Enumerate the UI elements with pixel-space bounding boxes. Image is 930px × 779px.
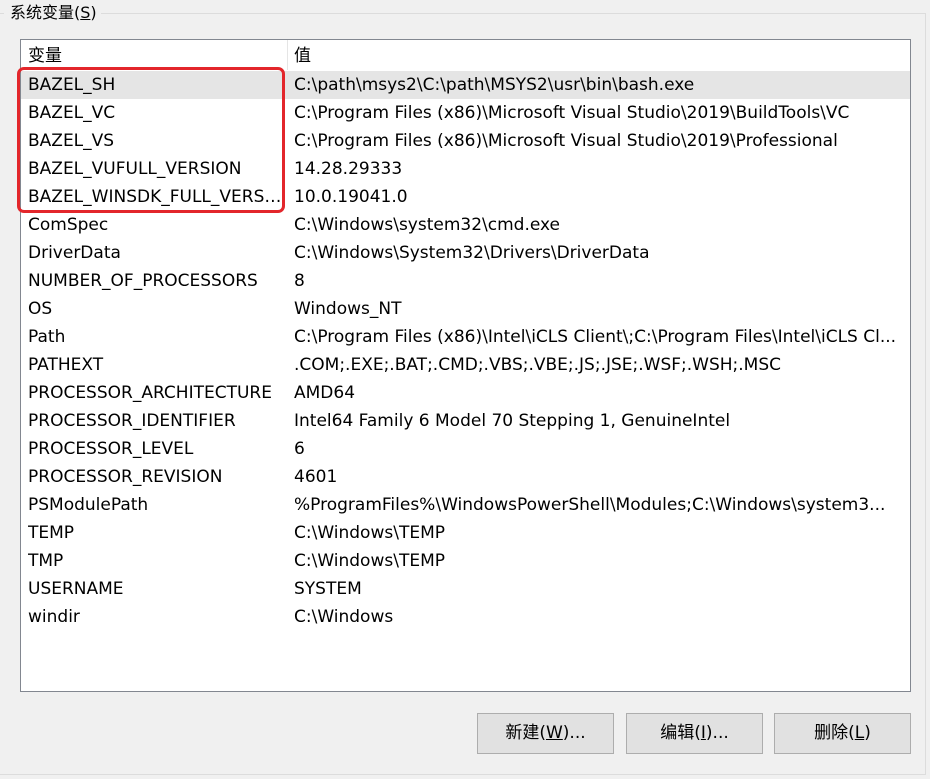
edit-button[interactable]: 编辑(I)... [626,713,763,754]
variable-value: Intel64 Family 6 Model 70 Stepping 1, Ge… [294,411,731,431]
variable-name: NUMBER_OF_PROCESSORS [28,271,258,291]
table-row[interactable]: OS Windows_NT [21,295,910,323]
table-row[interactable]: NUMBER_OF_PROCESSORS 8 [21,267,910,295]
variable-name: Path [28,327,66,347]
table-row[interactable]: BAZEL_VS C:\Program Files (x86)\Microsoft… [21,127,910,155]
variable-value: C:\Program Files (x86)\Microsoft Visual … [294,131,838,151]
variable-value: C:\Windows\system32\cmd.exe [294,215,561,235]
table-row[interactable]: DriverData C:\Windows\System32\Drivers\Dr… [21,239,910,267]
table-row[interactable]: PSModulePath %ProgramFiles%\WindowsPowerS… [21,491,910,519]
system-variables-title: 系统变量(S) [4,1,101,25]
variable-name: BAZEL_SH [28,75,116,95]
variable-value: C:\Program Files (x86)\Intel\iCLS Client… [294,327,897,347]
variable-value: C:\Windows\TEMP [294,523,445,543]
variable-value: 8 [294,271,305,291]
table-row[interactable]: windir C:\Windows [21,603,910,631]
variable-name: ComSpec [28,215,109,235]
variable-name: OS [28,299,53,319]
variable-name: PROCESSOR_ARCHITECTURE [28,383,272,403]
variable-value: C:\Windows\System32\Drivers\DriverData [294,243,650,263]
table-row[interactable]: PROCESSOR_ARCHITECTURE AMD64 [21,379,910,407]
column-header-variable[interactable]: 变量 [21,40,288,70]
variable-value: C:\Program Files (x86)\Microsoft Visual … [294,103,850,123]
variable-name: PROCESSOR_REVISION [28,467,223,487]
table-row[interactable]: BAZEL_SH C:\path\msys2\C:\path\MSYS2\usr\… [21,71,910,99]
system-variables-list[interactable]: 变量 值 BAZEL_SH C:\path\msys2\C:\path\MSYS2… [20,39,911,692]
variable-name: TMP [28,551,64,571]
table-row[interactable]: PROCESSOR_IDENTIFIER Intel64 Family 6 Mod… [21,407,910,435]
variable-value: C:\Windows [294,607,394,627]
table-row[interactable]: PATHEXT .COM;.EXE;.BAT;.CMD;.VBS;.VBE;.JS… [21,351,910,379]
variable-name: USERNAME [28,579,124,599]
variable-name: TEMP [28,523,75,543]
variable-name: BAZEL_WINSDK_FULL_VERSI... [28,187,285,207]
variable-value: 10.0.19041.0 [294,187,408,207]
table-row[interactable]: TMP C:\Windows\TEMP [21,547,910,575]
table-row[interactable]: PROCESSOR_LEVEL 6 [21,435,910,463]
variable-value: 6 [294,439,305,459]
variable-value: 4601 [294,467,338,487]
variable-value: .COM;.EXE;.BAT;.CMD;.VBS;.VBE;.JS;.JSE;.… [294,355,782,375]
variable-value: C:\Windows\TEMP [294,551,445,571]
table-row[interactable]: BAZEL_VC C:\Program Files (x86)\Microsoft… [21,99,910,127]
variable-value: Windows_NT [294,299,402,319]
table-row[interactable]: Path C:\Program Files (x86)\Intel\iCLS Cl… [21,323,910,351]
table-row[interactable]: TEMP C:\Windows\TEMP [21,519,910,547]
variable-name: PROCESSOR_LEVEL [28,439,194,459]
variable-value: SYSTEM [294,579,362,599]
delete-button[interactable]: 删除(L) [774,713,911,754]
new-button[interactable]: 新建(W)... [477,713,614,754]
list-header: 变量 值 [21,40,910,70]
variable-value: C:\path\msys2\C:\path\MSYS2\usr\bin\bash… [294,75,695,95]
list-rows: BAZEL_SH C:\path\msys2\C:\path\MSYS2\usr\… [21,71,910,631]
variable-value: %ProgramFiles%\WindowsPowerShell\Modules… [294,495,886,515]
variable-name: DriverData [28,243,121,263]
variable-value: 14.28.29333 [294,159,403,179]
variable-name: PATHEXT [28,355,104,375]
variable-name: PROCESSOR_IDENTIFIER [28,411,236,431]
column-header-value[interactable]: 值 [288,40,908,70]
table-row[interactable]: PROCESSOR_REVISION 4601 [21,463,910,491]
variable-name: BAZEL_VS [28,131,115,151]
variable-name: PSModulePath [28,495,149,515]
table-row[interactable]: USERNAME SYSTEM [21,575,910,603]
table-row[interactable]: ComSpec C:\Windows\system32\cmd.exe [21,211,910,239]
variable-name: BAZEL_VC [28,103,116,123]
variable-value: AMD64 [294,383,356,403]
table-row[interactable]: BAZEL_WINSDK_FULL_VERSI... 10.0.19041.0 [21,183,910,211]
variable-name: BAZEL_VUFULL_VERSION [28,159,242,179]
variable-name: windir [28,607,80,627]
table-row[interactable]: BAZEL_VUFULL_VERSION 14.28.29333 [21,155,910,183]
